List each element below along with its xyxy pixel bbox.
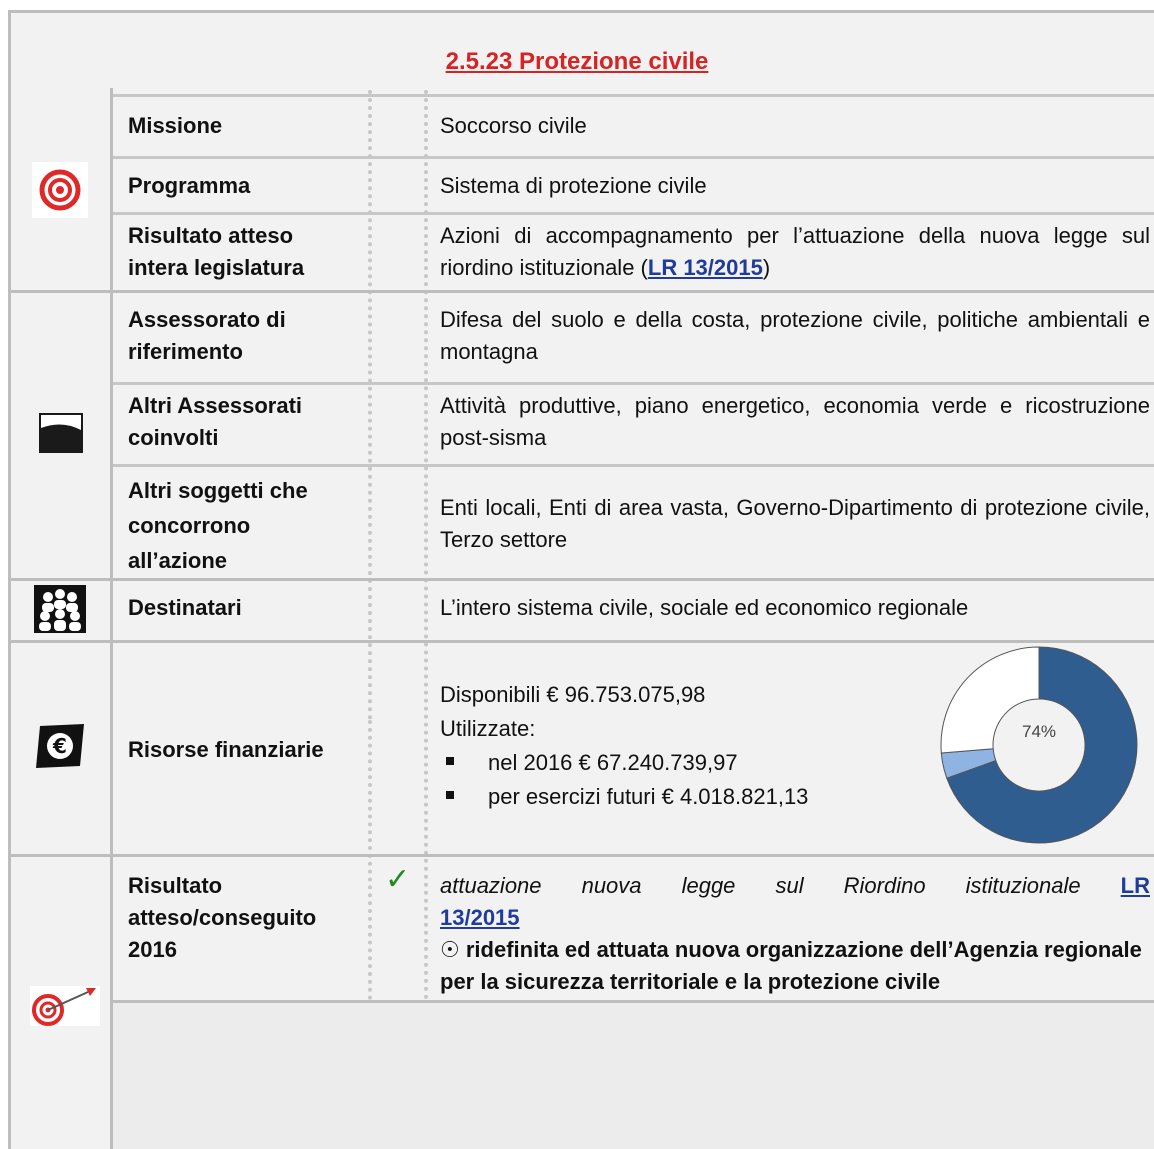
label-missione: Missione [128, 113, 223, 138]
value-destinatari: L’intero sistema civile, sociale ed econ… [440, 595, 969, 620]
utilizzate-text: Utilizzate: [440, 716, 536, 741]
section-divider [10, 640, 1154, 643]
label-line: Altri Assessorati [128, 393, 303, 418]
label-line: riferimento [128, 339, 243, 364]
value-risultato-atteso: Azioni di accompagnamento per l’attuazio… [440, 220, 1150, 284]
italic-line: attuazione nuova legge sul Riordino isti… [440, 870, 1150, 902]
region-flag-icon [39, 413, 83, 453]
lr-13-2015-link-a[interactable]: LR [1121, 873, 1150, 898]
section-divider [10, 854, 1154, 857]
section-divider [10, 578, 1154, 581]
label-risultato-atteso: Risultato atteso intera legislatura [128, 220, 304, 284]
list-item: nel 2016 € 67.240.739,97 [440, 746, 900, 780]
people-icon [34, 585, 86, 633]
label-line: Risultato atteso [128, 223, 294, 248]
lr-13-2015-link[interactable]: LR 13/2015 [648, 255, 763, 280]
value-altri-assessorati: Attività produttive, piano energetico, e… [440, 393, 1150, 450]
page-title[interactable]: 2.5.23 Protezione civile [0, 48, 1154, 76]
label-line: intera legislatura [128, 255, 305, 280]
value-risultato-2016: attuazione nuova legge sul Riordino isti… [440, 870, 1150, 998]
section-divider [10, 290, 1154, 293]
list-item: per esercizi futuri € 4.018.821,13 [440, 780, 900, 814]
label-line: all’azione [128, 548, 228, 573]
label-risorse: Risorse finanziarie [128, 737, 324, 762]
label-line: Altri soggetti che [128, 478, 308, 503]
value-suffix: ) [762, 255, 771, 280]
value-risorse: Disponibili € 96.753.075,98 Utilizzate: … [440, 678, 900, 814]
label-line: atteso/conseguito [128, 905, 317, 930]
value-altri-soggetti: Enti locali, Enti di area vasta, Governo… [440, 495, 1150, 552]
icon-column-divider [110, 88, 113, 1149]
label-altri-soggetti: Altri soggetti che concorrono all’azione [128, 473, 308, 578]
label-destinatari: Destinatari [128, 595, 242, 620]
label-altri-assessorati: Altri Assessorati coinvolti [128, 390, 302, 454]
dart-target-icon [30, 986, 100, 1026]
label-assessorato: Assessorato di riferimento [128, 304, 286, 368]
label-line: concorrono [128, 513, 251, 538]
target-icon [32, 162, 88, 218]
label-line: coinvolti [128, 425, 219, 450]
italic-text: attuazione nuova legge sul Riordino isti… [440, 873, 1081, 898]
bold-text: ridefinita ed attuata nuova organizzazio… [440, 937, 1142, 994]
value-programma: Sistema di protezione civile [440, 173, 707, 198]
row-divider [113, 94, 1154, 97]
label-line: Risultato [128, 873, 223, 898]
euro-icon: € [36, 724, 84, 768]
bold-bullet: ☉ ridefinita ed attuata nuova organizzaz… [440, 934, 1150, 998]
disponibili-text: Disponibili € 96.753.075,98 [440, 682, 706, 707]
label-programma: Programma [128, 173, 251, 198]
empty-footer-cell [113, 1003, 1154, 1149]
label-column-divider [368, 90, 372, 720]
utilizzate-list: nel 2016 € 67.240.739,97 per esercizi fu… [440, 746, 900, 814]
check-icon: ✓ [385, 863, 411, 896]
value-assessorato: Difesa del suolo e della costa, protezio… [440, 307, 1150, 364]
value-text: Azioni di accompagnamento per l’attuazio… [440, 223, 1150, 280]
row-divider [113, 212, 1154, 215]
value-missione: Soccorso civile [440, 113, 587, 138]
bullet-symbol: ☉ [440, 937, 460, 962]
lr-13-2015-link-b[interactable]: 13/2015 [440, 905, 520, 930]
risorse-donut-chart: 74% [940, 646, 1138, 844]
label-line: 2016 [128, 937, 177, 962]
row-divider [113, 464, 1154, 467]
donut-center-label: 74% [1022, 722, 1056, 741]
row-divider [113, 382, 1154, 385]
row-divider [113, 156, 1154, 159]
label-line: Assessorato di [128, 307, 286, 332]
svg-text:€: € [52, 734, 67, 758]
check-column-divider [424, 90, 428, 1000]
label-column-divider-lower [368, 720, 372, 1000]
label-risultato-2016: Risultato atteso/conseguito 2016 [128, 870, 316, 966]
